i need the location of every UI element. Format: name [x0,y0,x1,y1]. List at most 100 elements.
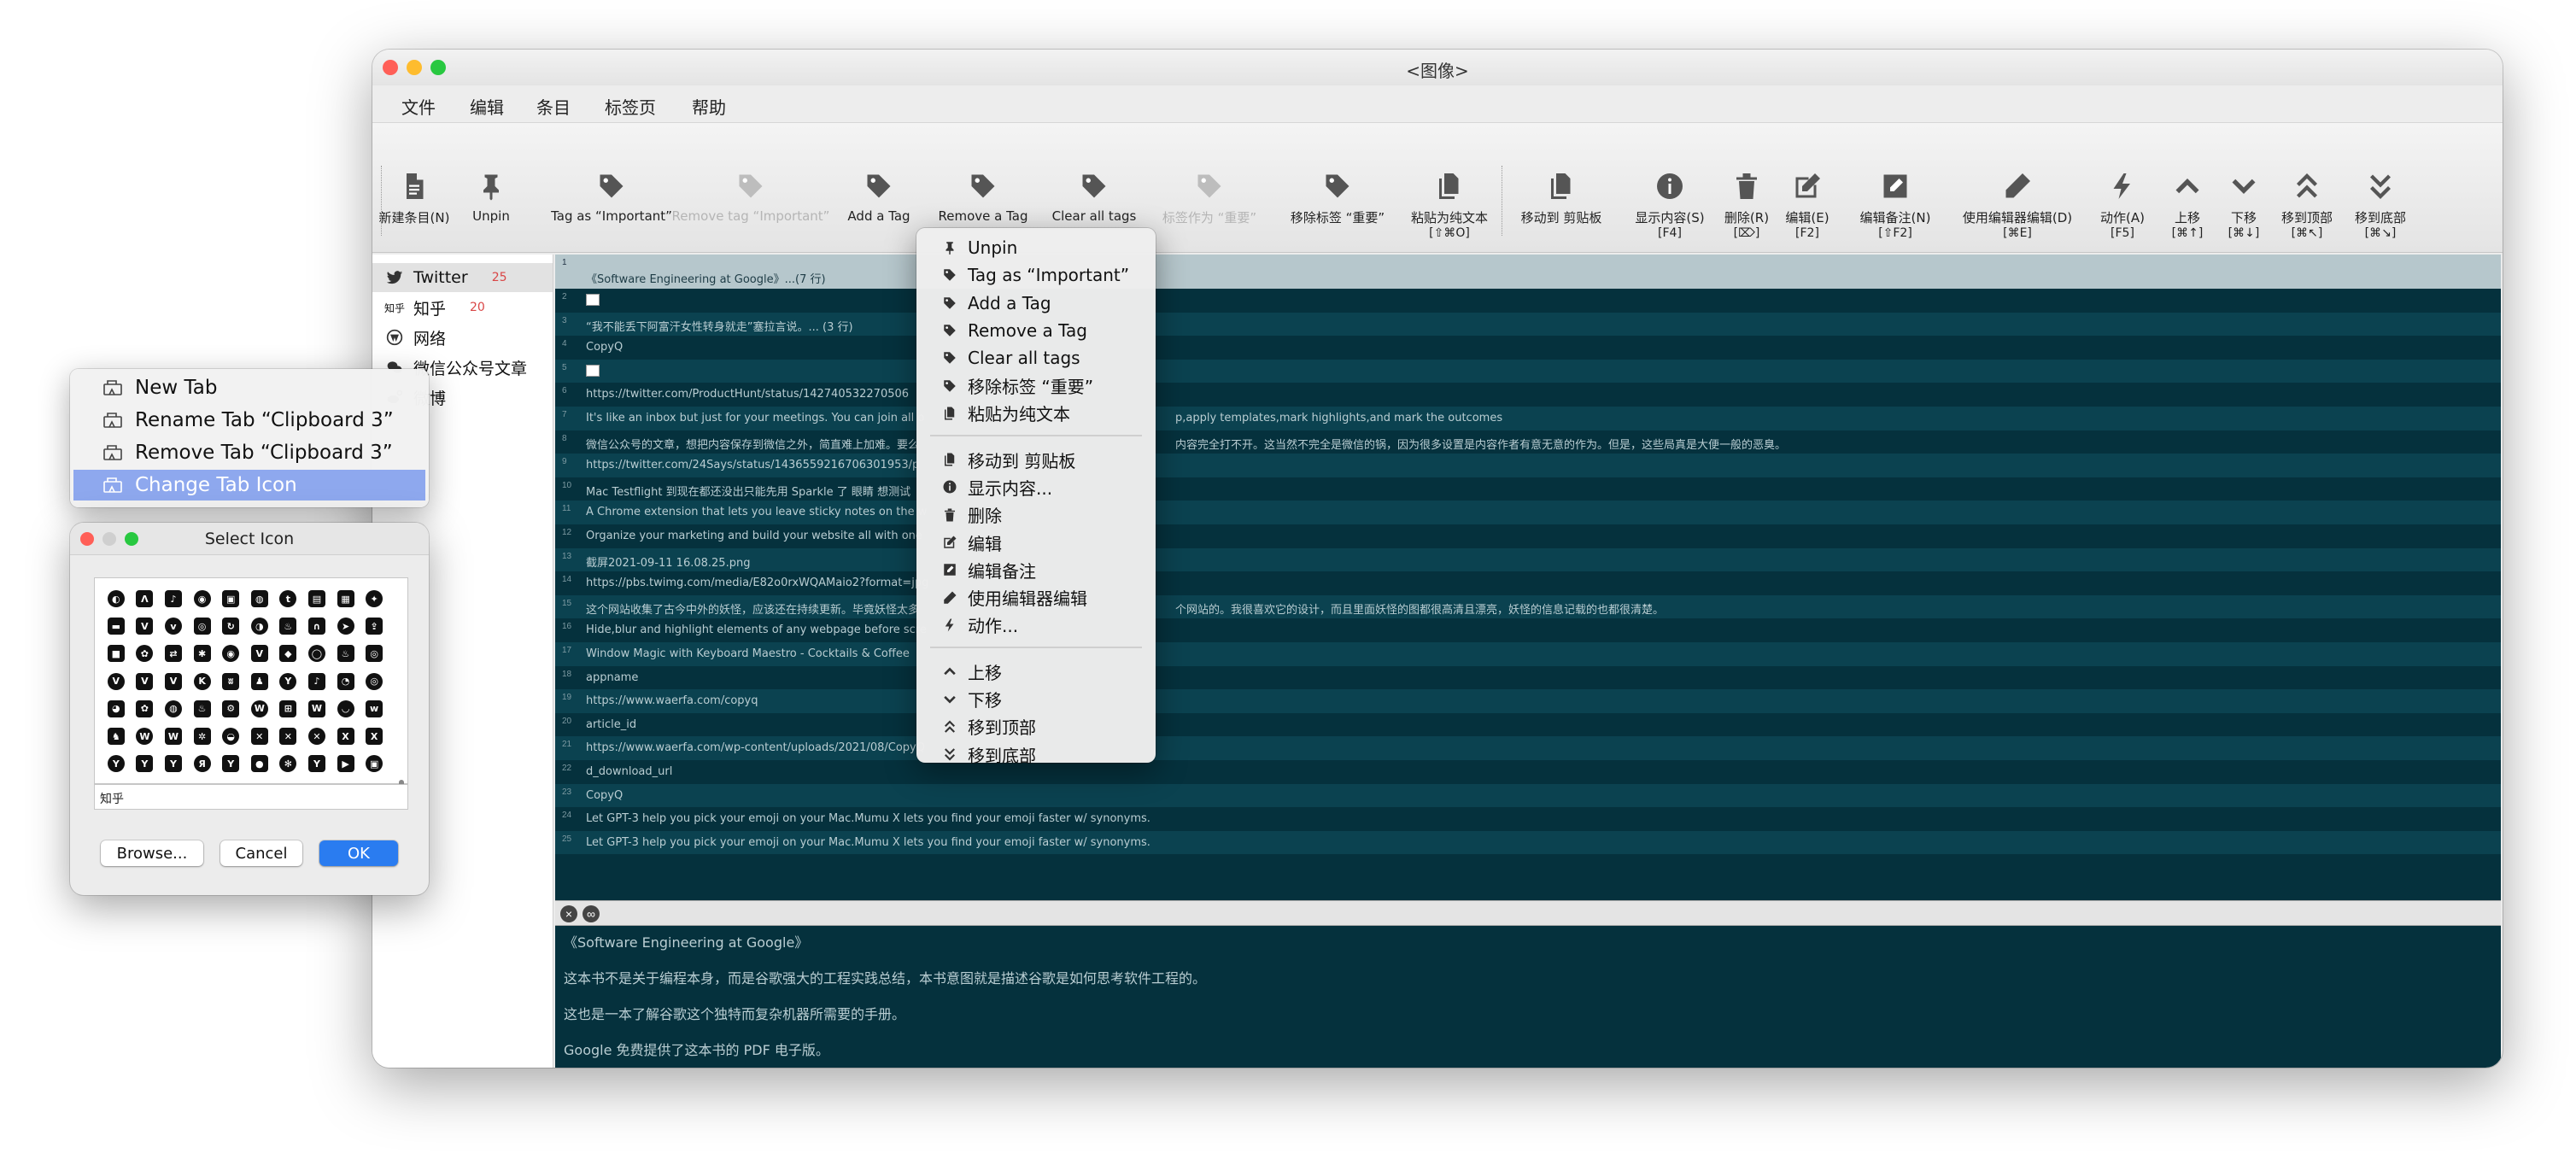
square-icon[interactable]: ■ [102,640,131,667]
twitch-icon[interactable]: ▦ [331,585,360,612]
xing-icon[interactable]: X [331,723,360,750]
chrome-o-icon[interactable]: ◉ [216,640,245,667]
list-item[interactable]: 4 CopyQ [555,336,2501,360]
browse-button[interactable]: Browse... [101,840,203,866]
list-item[interactable]: 12 Organize your marketing and build your… [555,524,2501,548]
fire-icon[interactable]: ♨ [331,640,360,667]
yoast2-icon[interactable]: Y [302,750,331,777]
tab-menu-item[interactable]: Rename Tab “Clipboard 3” [73,405,425,436]
toolbar-button-17[interactable]: 上移 [⌘↑] [2166,123,2209,243]
wikipedia-icon[interactable]: W [245,695,274,723]
weibo3-icon[interactable]: ◕ [102,695,131,723]
list-item[interactable]: 19 https://www.waerfa.com/copyq [555,689,2501,713]
vine-icon[interactable]: V [131,612,160,640]
list-item[interactable]: 24 Let GPT-3 help you pick your emoji on … [555,807,2501,831]
wechat2-icon[interactable]: ✿ [131,695,160,723]
weibo-icon[interactable]: ◑ [245,612,274,640]
list-item[interactable]: 9 https://twitter.com/24Says/status/14365… [555,454,2501,477]
sidebar-tab-2[interactable]: 网络 [384,323,553,352]
toolbar-button-8[interactable]: 移除标签 “重要” [1286,123,1389,243]
list-item[interactable]: 1 《Software Engineering at Google》...(7 行… [555,255,2501,289]
chrome-icon[interactable]: ◉ [188,585,217,612]
vk-icon[interactable]: ᴠ [159,612,188,640]
toolbar-button-15[interactable]: 使用编辑器编辑(D) [⌘E] [1956,123,2079,243]
toolbar-button-12[interactable]: 删除(R) [⌦] [1720,123,1773,243]
toolbar-button-18[interactable]: 下移 [⌘↓] [2222,123,2265,243]
list-item[interactable]: 17 Window Magic with Keyboard Maestro - C… [555,642,2501,666]
wordpress-icon[interactable]: W [131,723,160,750]
close-preview-icon[interactable]: × [560,905,577,922]
sidebar-tab-1[interactable]: 知乎 知乎 20 [384,293,553,322]
x2-icon[interactable]: X [360,723,389,750]
telegram-icon[interactable]: ➤ [331,612,360,640]
clipboard-item-list[interactable]: 1 《Software Engineering at Google》...(7 行… [555,255,2501,900]
toolbar-button-4[interactable]: Add a Tag [847,123,910,243]
list-item[interactable]: 7 It's like an inbox but just for your me… [555,407,2501,430]
wolf2-icon[interactable]: ♞ [102,723,131,750]
wiki-icon[interactable]: ʬ [216,668,245,695]
whatsapp-icon[interactable]: ◍ [159,695,188,723]
toolbar-button-10[interactable]: 移动到 剪贴板 [1517,123,1606,243]
vimeo-icon[interactable]: ▬ [102,612,131,640]
ladybug-icon[interactable]: ✲ [188,723,217,750]
wodu2-icon[interactable]: w [360,695,389,723]
menu-help[interactable]: 帮助 [692,94,726,119]
context-menu-item[interactable]: Add a Tag [942,290,1051,316]
list-item[interactable]: 22 d_download_url [555,760,2501,784]
list-item[interactable]: 10 Mac Testflight 到现在都还没出只能先用 Sparkle 了 眼… [555,477,2501,501]
context-menu-item[interactable]: 移动到 剪贴板 [942,447,1075,472]
xbox-icon[interactable]: ✕ [245,723,274,750]
tiktok-icon[interactable]: ♪ [159,585,188,612]
tumblr-icon[interactable]: t [274,585,303,612]
context-menu-item[interactable]: 移除标签 “重要” [942,373,1093,399]
weibo2-icon[interactable]: ◎ [360,668,389,695]
vimeo-icon[interactable]: V [102,668,131,695]
toolbar-button-3[interactable]: Remove tag “Important” [672,123,829,243]
list-item[interactable]: 2 [555,289,2501,313]
skype-icon[interactable]: ◎ [360,640,389,667]
yahoo-icon[interactable]: Y [102,750,131,777]
wordpress3-icon[interactable]: ◒ [216,723,245,750]
context-menu-item[interactable]: Clear all tags [942,345,1080,371]
toolbar-button-11[interactable]: 显示内容(S) [F4] [1628,123,1712,243]
settings-icon[interactable]: ⚙ [216,695,245,723]
yandex-icon[interactable]: Y [274,668,303,695]
list-item[interactable]: 20 article_id [555,712,2501,737]
tiktok-icon[interactable]: ♪ [302,668,331,695]
context-menu-item[interactable]: 使用编辑器编辑 [942,585,1087,611]
menu-edit[interactable]: 编辑 [470,94,504,119]
book-icon[interactable]: ▤ [302,585,331,612]
docs-icon[interactable]: ▣ [216,585,245,612]
stop-icon[interactable]: ● [245,750,274,777]
context-menu-item[interactable]: 移到底部 [942,741,1036,767]
yandex2-icon[interactable]: Я [188,750,217,777]
opera-icon[interactable]: ◐ [102,585,131,612]
toolbar-button-6[interactable]: Clear all tags [1047,123,1141,243]
list-item[interactable]: 11 A Chrome extension that lets you leave… [555,501,2501,524]
cancel-button[interactable]: Cancel [220,840,302,866]
toolbar-button-1[interactable]: Unpin [466,123,516,243]
yelp2-icon[interactable]: ✻ [274,750,303,777]
list-item[interactable]: 13 截屏2021-09-11 16.08.25.png [555,547,2501,572]
context-menu-item[interactable]: Unpin [942,235,1017,261]
menu-file[interactable]: 文件 [401,94,436,119]
aviato-icon[interactable]: Λ [131,585,160,612]
vine-icon[interactable]: V [131,668,160,695]
context-menu-item[interactable]: 显示内容... [942,474,1052,500]
toolbar-button-16[interactable]: 动作(A) [F5] [2096,123,2149,243]
link-preview-icon[interactable]: ∞ [583,905,600,922]
toolbar-button-9[interactable]: 粘贴为纯文本 [⇧⌘O] [1406,123,1493,243]
list-item[interactable]: 25 Let GPT-3 help you pick your emoji on … [555,830,2501,855]
wix-icon[interactable]: W [302,695,331,723]
context-menu-item[interactable]: 粘贴为纯文本 [942,401,1070,426]
context-menu-item[interactable]: 动作... [942,612,1018,638]
yahoo2-icon[interactable]: Y [159,750,188,777]
github-icon[interactable]: ◯ [302,640,331,667]
context-menu-item[interactable]: 下移 [942,687,1002,712]
toolbar-button-13[interactable]: 编辑(E) [F2] [1780,123,1835,243]
qq-icon[interactable]: ◎ [188,612,217,640]
toolbar-button-5[interactable]: Remove a Tag [936,123,1030,243]
sidebar-tab-0[interactable]: Twitter 25 [372,263,553,292]
share-icon[interactable]: ⇪ [360,612,389,640]
wodu-icon[interactable]: ◡ [331,695,360,723]
